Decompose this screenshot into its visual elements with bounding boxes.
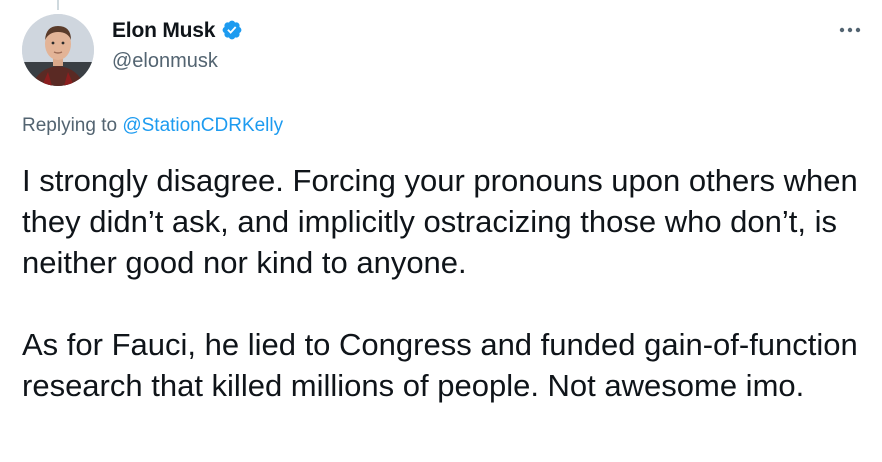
more-options-icon[interactable]	[836, 16, 864, 44]
avatar[interactable]	[22, 14, 94, 86]
author-block: Elon Musk @elonmusk	[112, 18, 243, 71]
thread-connector-line	[57, 0, 59, 10]
author-name-row: Elon Musk	[112, 18, 243, 42]
replying-to-mention-link[interactable]: @StationCDRKelly	[122, 115, 283, 136]
verified-badge-icon	[221, 19, 243, 41]
profile-photo-icon	[22, 14, 94, 86]
tweet-paragraph: As for Fauci, he lied to Congress and fu…	[22, 327, 858, 403]
author-handle[interactable]: @elonmusk	[112, 51, 243, 71]
replying-to-label: Replying to	[22, 115, 123, 136]
tweet-paragraph: I strongly disagree. Forcing your pronou…	[22, 163, 858, 280]
author-display-name[interactable]: Elon Musk	[112, 20, 215, 41]
replying-to-line: Replying to @StationCDRKelly	[22, 115, 283, 137]
tweet-text: I strongly disagree. Forcing your pronou…	[22, 160, 867, 406]
